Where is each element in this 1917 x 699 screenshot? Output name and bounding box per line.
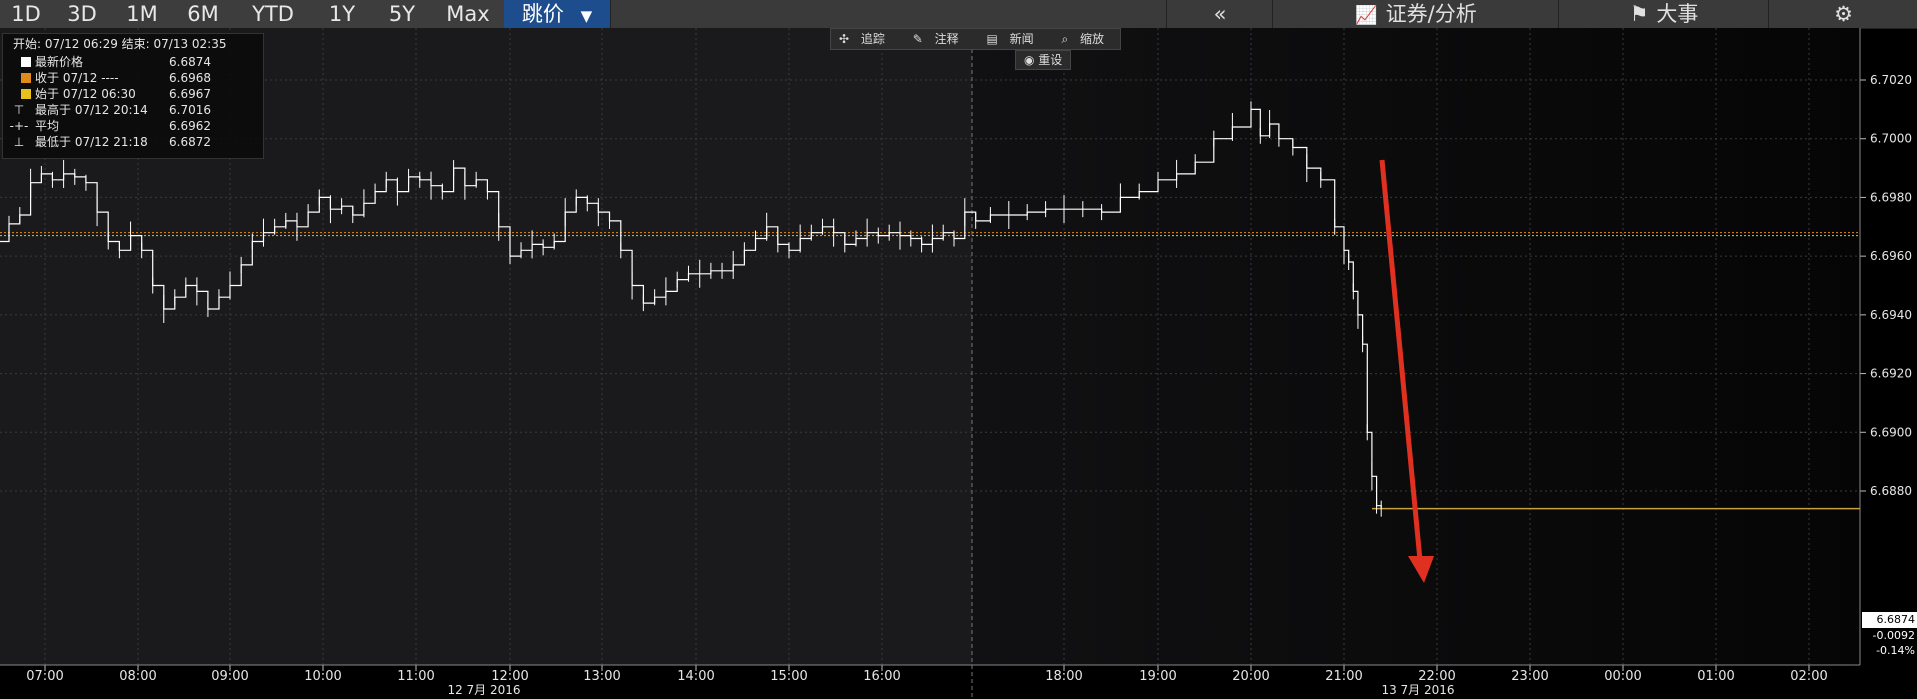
y-tick-label: 6.6900 [1870,425,1912,439]
legend-swatch-close [21,73,31,83]
y-tick-label: 6.7000 [1870,132,1912,146]
average-marker-icon: -+- [9,119,29,133]
legend-label-close: 收于 07/12 ---- [35,71,119,85]
annotate-tool[interactable]: ✎ 注释 [905,29,975,49]
zoom-label: 缩放 [1079,32,1104,46]
date-label-day1: 12 7月 2016 [447,683,520,697]
high-marker-icon: ⊤ [13,103,25,117]
y-tick-label: 6.6880 [1870,484,1912,498]
y-tick-label: 6.6960 [1870,249,1912,263]
last-change-label: -0.0092 [1862,628,1917,643]
legend-value-high: 6.7016 [169,103,211,117]
annotation-arrow-head [1408,556,1434,583]
chart-legend: 开始: 07/12 06:29 结束: 07/13 02:35 最新价格 6.68… [2,33,264,159]
x-tick-label: 02:00 [1790,669,1827,684]
track-tool[interactable]: ✣ 追踪 [831,29,901,49]
legend-value-low: 6.6872 [169,135,211,149]
reset-label: 重设 [1038,53,1063,67]
legend-value-close: 6.6968 [169,71,211,85]
legend-header: 开始: 07/12 06:29 结束: 07/13 02:35 [13,37,227,51]
x-tick-label: 10:00 [304,669,341,684]
legend-label-low: 最低于 07/12 21:18 [35,135,148,149]
x-tick-label: 22:00 [1418,669,1455,684]
chart-tools: ✣ 追踪 ✎ 注释 ▤ 新闻 ⌕ 缩放 [830,28,1121,50]
legend-row-open: 始于 07/12 06:30 6.6967 [3,86,211,102]
price-chart[interactable]: 6.7020 6.7000 6.6980 6.6960 6.6940 6.6920 6.69… [0,0,1917,699]
legend-label-high: 最高于 07/12 20:14 [35,103,148,117]
date-label-day2: 13 7月 2016 [1381,683,1454,697]
news-tool[interactable]: ▤ 新闻 [978,29,1049,49]
price-line [0,108,1382,509]
y-tick-label: 6.7020 [1870,73,1912,87]
x-tick-label: 14:00 [677,669,714,684]
y-tick-label: 6.6940 [1870,308,1912,322]
x-tick-label: 20:00 [1232,669,1269,684]
x-tick-label: 12:00 [491,669,528,684]
legend-swatch-last [21,57,31,67]
x-tick-label: 15:00 [770,669,807,684]
legend-row-last: 最新价格 6.6874 [3,54,211,70]
x-tick-label: 19:00 [1139,669,1176,684]
y-tick-label: 6.6980 [1870,190,1912,204]
x-tick-label: 00:00 [1604,669,1641,684]
x-tick-label: 21:00 [1325,669,1362,684]
track-label: 追踪 [860,32,885,46]
legend-label-last: 最新价格 [35,55,84,69]
legend-label-open: 始于 07/12 06:30 [35,87,136,101]
legend-swatch-open [21,89,31,99]
x-tick-label: 09:00 [211,669,248,684]
legend-row-high: ⊤ 最高于 07/12 20:14 6.7016 [3,102,211,118]
x-tick-label: 18:00 [1045,669,1082,684]
x-tick-label: 11:00 [397,669,434,684]
news-label: 新闻 [1009,32,1034,46]
legend-value-last: 6.6874 [169,55,211,69]
x-tick-label: 08:00 [119,669,156,684]
y-tick-label: 6.6920 [1870,367,1912,381]
legend-row-low: ⊥ 最低于 07/12 21:18 6.6872 [3,134,211,150]
last-price-label: 6.6874 [1862,612,1917,628]
x-tick-label: 16:00 [863,669,900,684]
zoom-tool[interactable]: ⌕ 缩放 [1053,29,1120,49]
x-tick-label: 07:00 [26,669,63,684]
low-marker-icon: ⊥ [13,135,25,149]
last-pct-label: -0.14% [1862,643,1917,658]
x-tick-label: 01:00 [1697,669,1734,684]
x-tick-label: 23:00 [1511,669,1548,684]
reset-button[interactable]: ◉ 重设 [1015,50,1072,70]
annotation-arrow-shaft [1379,159,1423,561]
legend-label-avg: 平均 [35,119,60,133]
legend-row-avg: -+- 平均 6.6962 [3,118,211,134]
legend-value-avg: 6.6962 [169,119,211,133]
legend-row-close: 收于 07/12 ---- 6.6968 [3,70,211,86]
x-tick-label: 13:00 [583,669,620,684]
annotate-label: 注释 [934,32,959,46]
legend-value-open: 6.6967 [169,87,211,101]
